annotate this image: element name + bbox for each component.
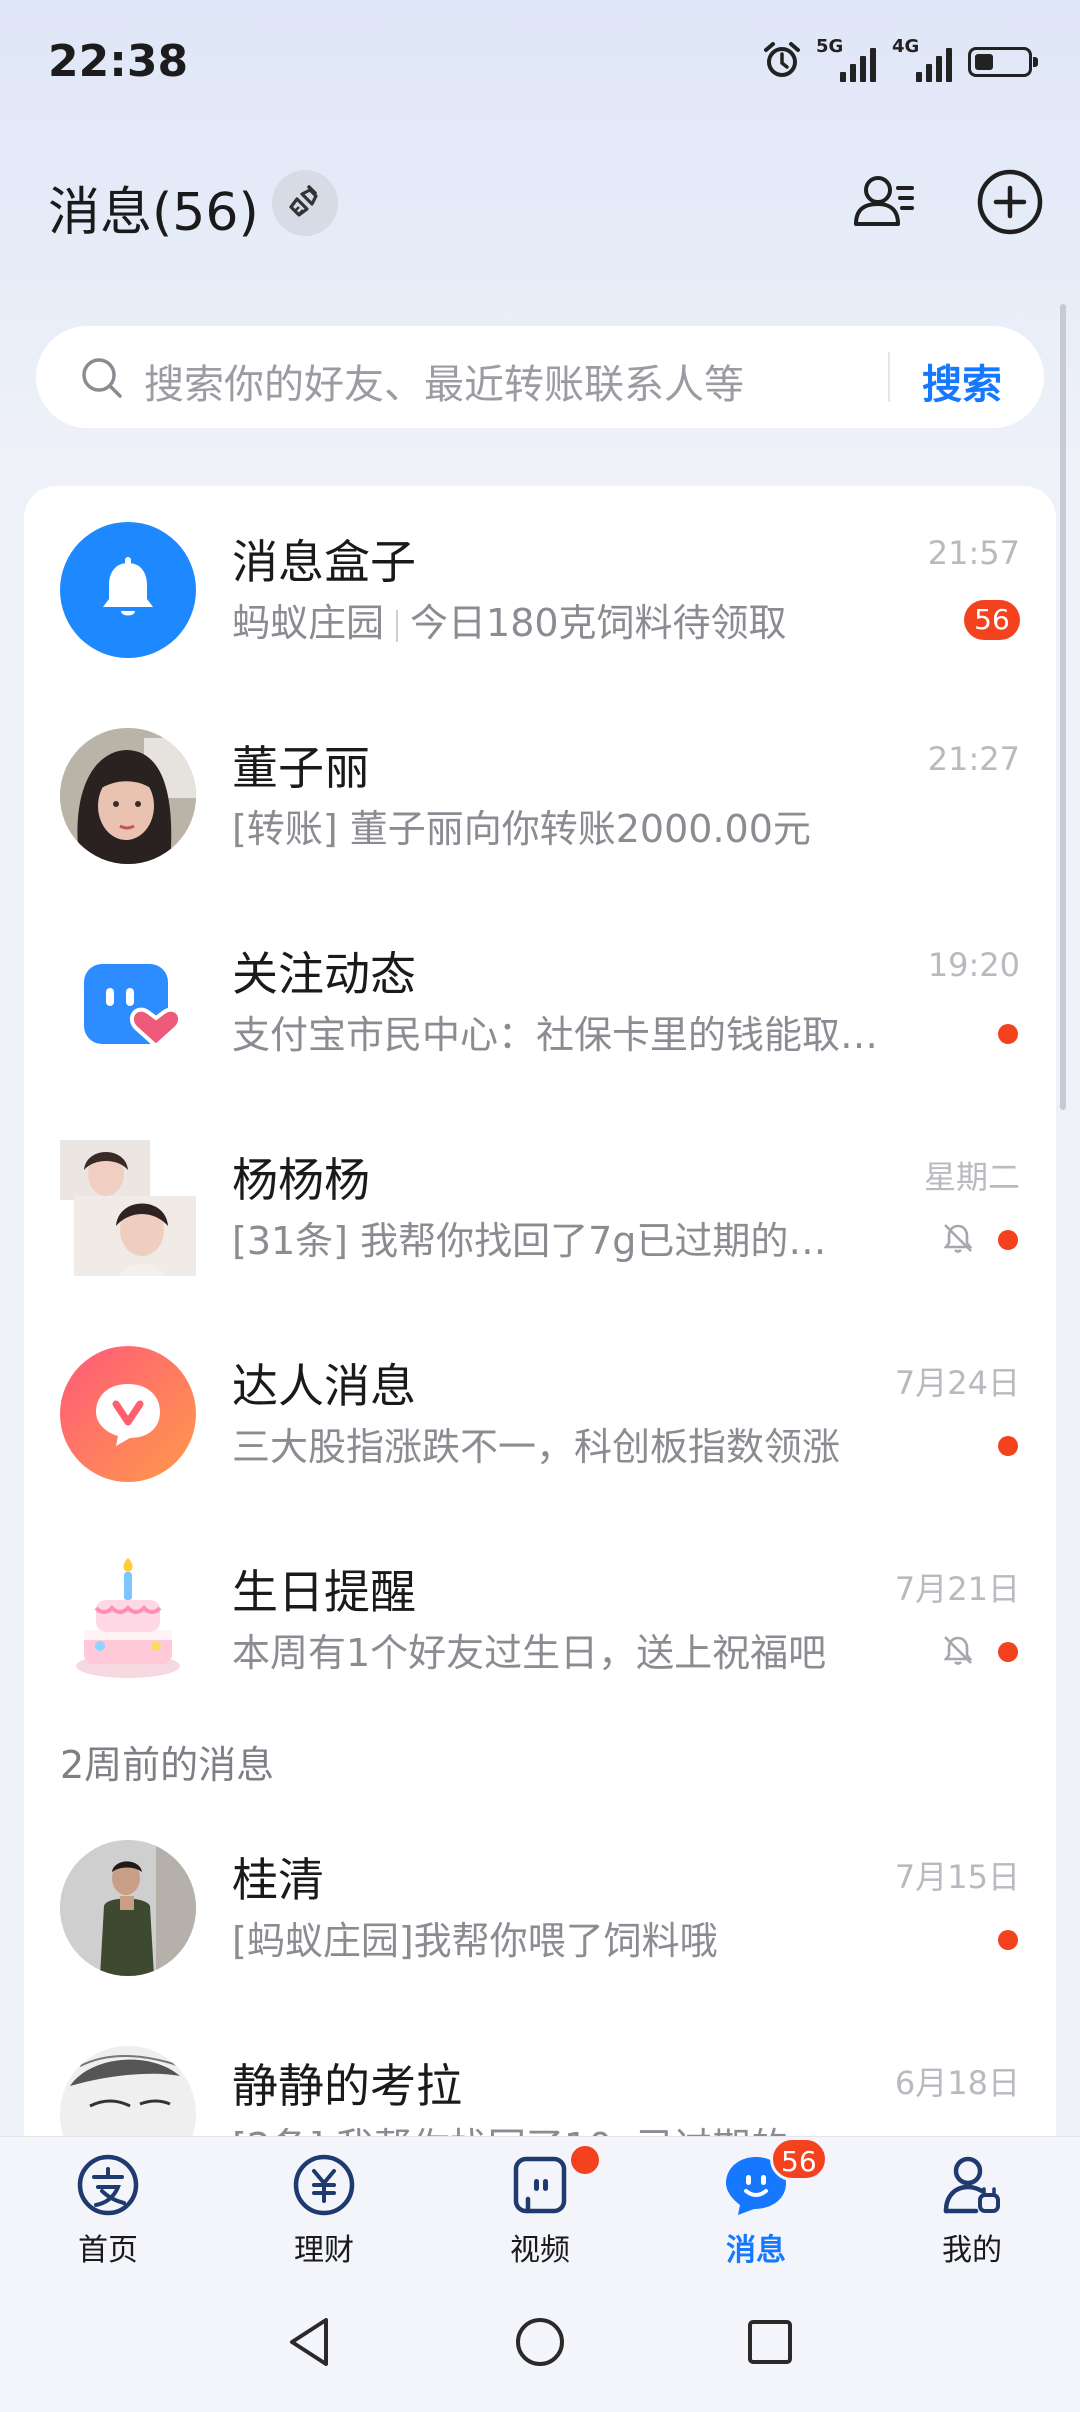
conversation-preview: [蚂蚁庄园]我帮你喂了饲料哦 [232,1919,718,1963]
unread-dot [998,1436,1018,1456]
conversation-time: 7月24日 [894,1364,1020,1402]
tab-bar: 首页 理财 视频 56 消息 我的 [0,2136,1080,2277]
tab-mine[interactable]: 我的 [864,2137,1080,2277]
system-nav-bar [0,2276,1080,2412]
alipay-home-icon [76,2153,140,2217]
tab-label: 首页 [78,2233,138,2268]
contacts-icon [850,168,918,240]
plus-circle-icon [976,168,1044,240]
search-icon [80,356,124,404]
battery-fill [975,54,993,70]
yuan-icon [292,2153,356,2217]
tab-label: 视频 [510,2233,570,2268]
conversation-title: 静静的考拉 [232,2059,462,2113]
conversation-time: 19:20 [927,946,1020,984]
section-header-older: 2周前的消息 [60,1743,275,1787]
conversation-title: 杨杨杨 [232,1153,370,1207]
conversation-row-expert-messages[interactable]: 达人消息 三大股指涨跌不一，科创板指数领涨 7月24日 [24,1310,1056,1516]
conversation-row-dongzili[interactable]: 董子丽 [转账] 董子丽向你转账2000.00元 21:27 [24,692,1056,898]
battery-icon [968,47,1038,77]
contacts-button[interactable] [848,168,920,240]
conversation-preview: 三大股指涨跌不一，科创板指数领涨 [232,1425,841,1469]
tab-home[interactable]: 首页 [0,2137,216,2277]
preview-source: 蚂蚁庄园 [232,601,385,645]
status-bar: 22:38 5G 4G [0,0,1080,130]
conversation-title: 达人消息 [232,1359,416,1413]
mute-bell-icon [940,1632,976,1672]
broom-icon [285,181,325,225]
conversation-row-yangyangyang[interactable]: 杨杨杨 [31条] 我帮你找回了7g已过期的… 星期二 [24,1104,1056,1310]
birthday-cake-icon [60,1552,196,1688]
unread-dot [998,1642,1018,1662]
scrollbar[interactable] [1060,304,1066,1110]
page-title: 消息(56) [48,183,259,243]
conversation-preview: 支付宝市民中心：社保卡里的钱能取… [232,1013,879,1057]
conversation-time: 星期二 [923,1158,1020,1196]
signal-5g-label: 5G [816,36,844,57]
tab-label: 理财 [294,2233,354,2268]
conversation-preview: 本周有1个好友过生日，送上祝福吧 [232,1631,827,1675]
unread-badge: 56 [964,600,1020,640]
unread-dot [998,1930,1018,1950]
add-button[interactable] [974,168,1046,240]
recents-button[interactable] [738,2312,802,2376]
profile-icon [940,2153,1004,2217]
video-notification-dot [568,2143,602,2177]
mute-bell-icon [940,1220,976,1260]
conversation-row-message-box[interactable]: 消息盒子 蚂蚁庄园 今日180克饲料待领取 21:57 56 [24,486,1056,692]
home-icon [512,2314,568,2374]
tab-messages[interactable]: 56 消息 [648,2137,864,2277]
home-button[interactable] [508,2312,572,2376]
preview-text: 今日180克饲料待领取 [410,601,787,645]
video-icon [508,2153,572,2217]
search-bar[interactable]: 搜索你的好友、最近转账联系人等 搜索 [36,326,1044,428]
user-avatar [60,1840,196,1976]
search-input[interactable]: 搜索你的好友、最近转账联系人等 [144,352,744,410]
tab-video[interactable]: 视频 [432,2137,648,2277]
conversation-title: 关注动态 [232,947,416,1001]
tab-label: 消息 [726,2233,786,2268]
separator [396,609,399,642]
conversation-time: 21:57 [927,534,1020,572]
conversation-time: 7月15日 [894,1858,1020,1896]
signal-4g-label: 4G [892,36,920,57]
conversation-time: 21:27 [927,740,1020,778]
recents-icon [742,2314,798,2374]
status-time: 22:38 [48,36,189,87]
signal-5g-icon: 5G [816,36,878,82]
clean-button[interactable] [272,170,338,236]
bell-icon [60,522,196,658]
unread-dot [998,1024,1018,1044]
search-button[interactable]: 搜索 [922,352,1002,410]
conversation-title: 桂清 [232,1853,324,1907]
conversation-row-guiqing[interactable]: 桂清 [蚂蚁庄园]我帮你喂了饲料哦 7月15日 [24,1804,1056,2010]
conversation-time: 6月18日 [894,2064,1020,2102]
conversation-title: 消息盒子 [232,535,416,589]
conversation-preview: 蚂蚁庄园 今日180克饲料待领取 [232,592,787,647]
conversation-preview: [转账] 董子丽向你转账2000.00元 [232,807,811,851]
unread-dot [998,1230,1018,1250]
back-button[interactable] [278,2312,342,2376]
search-divider [888,352,890,402]
signal-4g-icon: 4G [892,36,954,82]
conversation-time: 7月21日 [894,1570,1020,1608]
conversation-row-birthday-reminder[interactable]: 生日提醒 本周有1个好友过生日，送上祝福吧 7月21日 [24,1516,1056,1722]
group-avatar [60,1140,196,1276]
status-icons: 5G 4G [762,36,1038,84]
v-chat-icon [60,1346,196,1482]
conversation-list: 消息盒子 蚂蚁庄园 今日180克饲料待领取 21:57 56 董子丽 [转账] 董… [24,486,1056,2186]
tab-label: 我的 [942,2233,1002,2268]
conversation-title: 董子丽 [232,741,370,795]
alarm-icon [762,40,802,84]
tab-wealth[interactable]: 理财 [216,2137,432,2277]
follow-heart-icon [60,934,196,1070]
back-icon [282,2314,338,2374]
user-avatar [60,728,196,864]
messages-unread-badge: 56 [770,2137,828,2181]
conversation-title: 生日提醒 [232,1565,416,1619]
conversation-preview: [31条] 我帮你找回了7g已过期的… [232,1219,827,1263]
conversation-row-follow-feed[interactable]: 关注动态 支付宝市民中心：社保卡里的钱能取… 19:20 [24,898,1056,1104]
